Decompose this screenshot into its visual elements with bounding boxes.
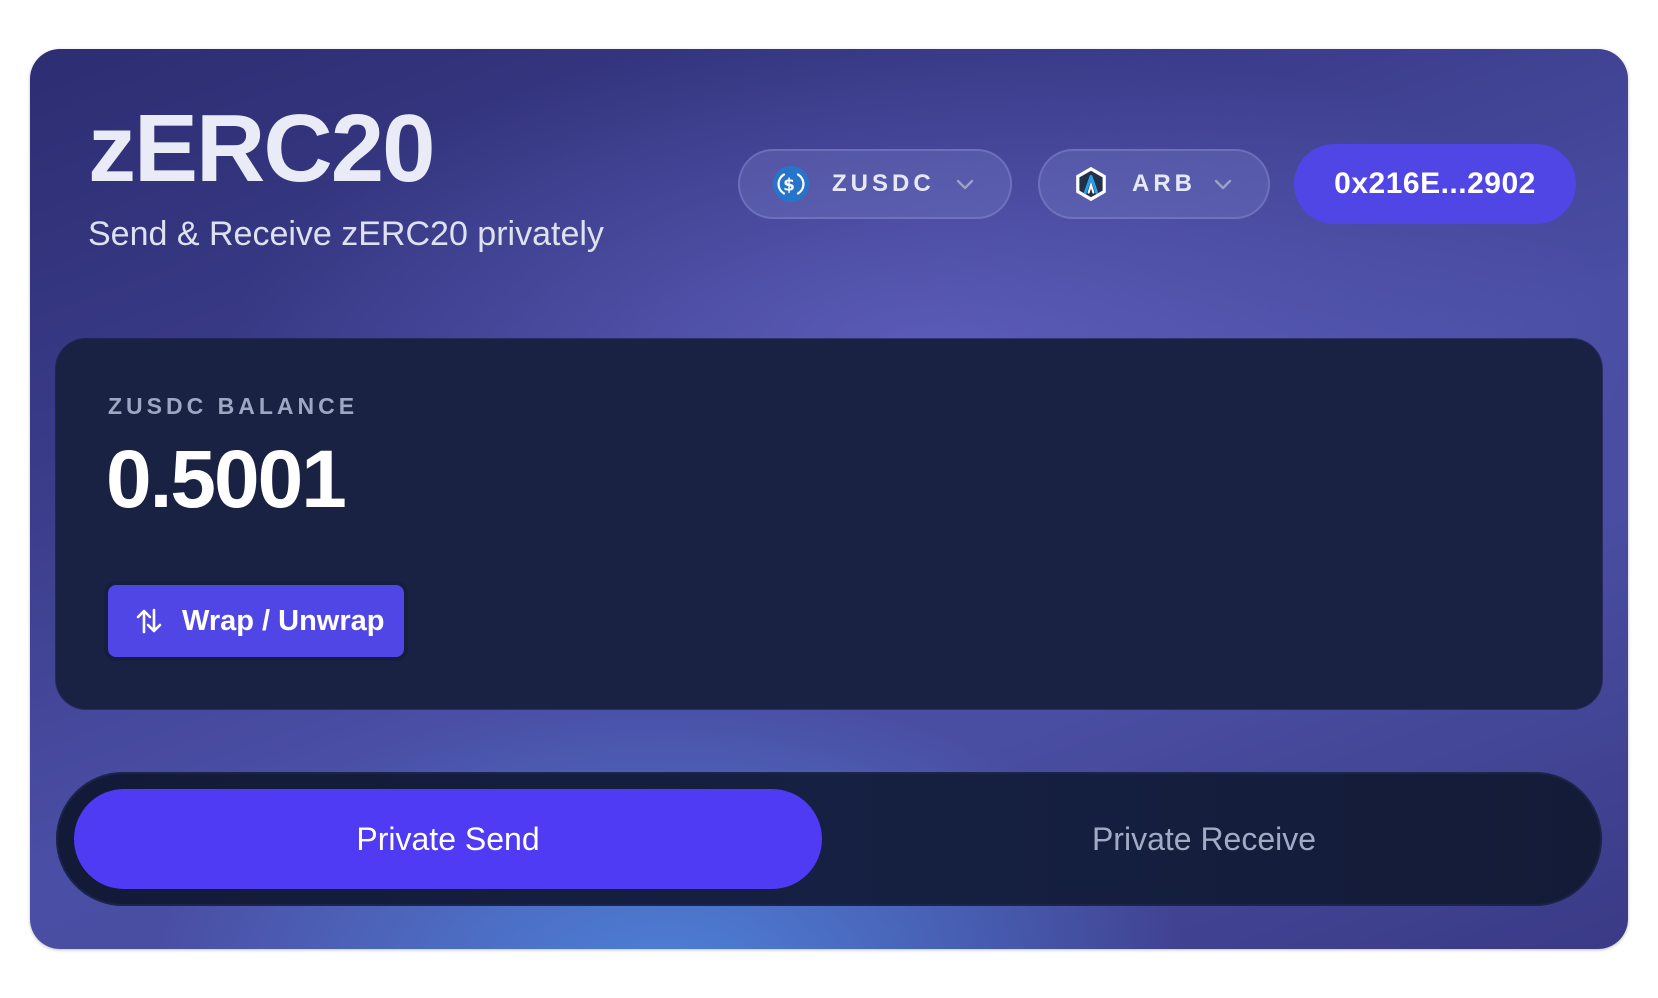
swap-vertical-icon xyxy=(134,606,164,636)
tab-private-receive[interactable]: Private Receive xyxy=(824,789,1584,889)
wallet-address-button[interactable]: 0x216E...2902 xyxy=(1294,144,1576,224)
balance-label: ZUSDC BALANCE xyxy=(108,393,359,419)
page-subtitle: Send & Receive zERC20 privately xyxy=(88,215,604,253)
chain-selector[interactable]: ARB xyxy=(1038,149,1270,219)
wrap-unwrap-label: Wrap / Unwrap xyxy=(182,604,385,637)
balance-panel: ZUSDC BALANCE 0.5001 Wrap / Unwrap xyxy=(56,339,1602,709)
chain-selector-label: ARB xyxy=(1132,170,1196,197)
svg-text:$: $ xyxy=(783,176,799,196)
chevron-down-icon xyxy=(954,173,976,195)
chevron-down-icon xyxy=(1212,173,1234,195)
usdc-coin-icon: $ xyxy=(772,165,810,203)
arbitrum-icon xyxy=(1072,165,1110,203)
page-title: zERC20 xyxy=(88,95,435,202)
app-card: zERC20 Send & Receive zERC20 privately $… xyxy=(30,49,1628,949)
balance-value: 0.5001 xyxy=(106,434,347,525)
tab-private-send[interactable]: Private Send xyxy=(74,789,822,889)
wrap-unwrap-button[interactable]: Wrap / Unwrap xyxy=(108,585,404,657)
mode-tabs: Private Send Private Receive xyxy=(56,772,1602,906)
token-selector-label: ZUSDC xyxy=(832,170,935,197)
token-selector[interactable]: $ ZUSDC xyxy=(738,149,1012,219)
